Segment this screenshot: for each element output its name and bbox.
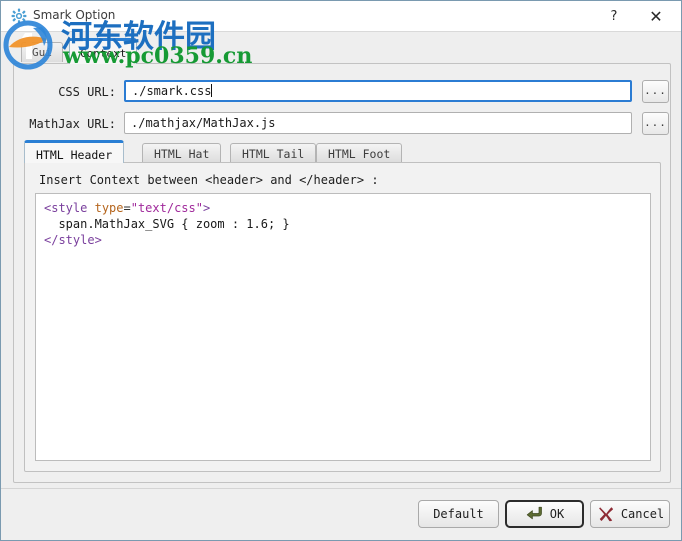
tab-html-header[interactable]: HTML Header (24, 140, 125, 163)
html-header-panel: Insert Context between <header> and </he… (24, 162, 661, 472)
css-url-input[interactable]: ./smark.css (124, 80, 632, 102)
code-token: span.MathJax_SVG { zoom : 1.6; } (44, 217, 290, 231)
html-section-tabgroup: HTML Header HTML Hat HTML Tail HTML Foot… (24, 140, 661, 472)
code-line: span.MathJax_SVG { zoom : 1.6; } (44, 216, 642, 232)
cancel-button-label: Cancel (620, 507, 665, 521)
css-url-label: CSS URL: (58, 85, 116, 99)
tab-gui[interactable]: Gui (21, 42, 63, 62)
dialog-button-bar: Default OK Cancel (1, 488, 681, 540)
close-icon[interactable]: ✕ (643, 5, 669, 29)
ok-button-label: OK (549, 507, 565, 521)
context-page-panel: CSS URL: ./smark.css ... MathJax URL: ./… (13, 63, 671, 483)
gear-icon (11, 8, 27, 24)
help-button[interactable]: ? (601, 5, 627, 29)
editor-hint-label: Insert Context between <header> and </he… (39, 173, 379, 187)
code-token: <style (44, 201, 88, 215)
html-header-code-editor[interactable]: <style type="text/css"> span.MathJax_SVG… (35, 193, 651, 461)
code-token: </style> (44, 233, 102, 247)
red-cross-icon (596, 504, 616, 524)
smark-option-dialog: Smark Option ? ✕ Gui Context CSS URL: ./… (0, 0, 682, 541)
window-title: Smark Option (33, 8, 116, 22)
code-token: > (202, 201, 211, 215)
text-cursor (211, 84, 213, 97)
mathjax-url-browse-button[interactable]: ... (642, 112, 669, 135)
default-button[interactable]: Default (418, 500, 499, 528)
tab-html-tail[interactable]: HTML Tail (230, 143, 317, 163)
code-line: </style> (44, 232, 642, 248)
title-bar: Smark Option ? ✕ (1, 1, 681, 32)
outer-tab-bar: Gui Context (13, 38, 671, 64)
code-token: type (94, 201, 124, 215)
css-url-browse-button[interactable]: ... (642, 80, 669, 103)
ok-button[interactable]: OK (505, 500, 584, 528)
mathjax-url-input[interactable]: ./mathjax/MathJax.js (124, 112, 632, 134)
code-token: "text/css" (130, 201, 203, 215)
tab-html-foot[interactable]: HTML Foot (316, 143, 403, 163)
cancel-button[interactable]: Cancel (590, 500, 670, 528)
mathjax-url-label: MathJax URL: (29, 117, 116, 131)
code-line: <style type="text/css"> (44, 200, 642, 216)
inner-tab-bar: HTML Header HTML Hat HTML Tail HTML Foot (24, 140, 661, 163)
tab-html-hat[interactable]: HTML Hat (142, 143, 222, 163)
tab-context[interactable]: Context (69, 38, 138, 64)
css-url-value: ./smark.css (132, 84, 212, 98)
enter-arrow-icon (525, 504, 545, 524)
code-token: = (123, 201, 131, 215)
